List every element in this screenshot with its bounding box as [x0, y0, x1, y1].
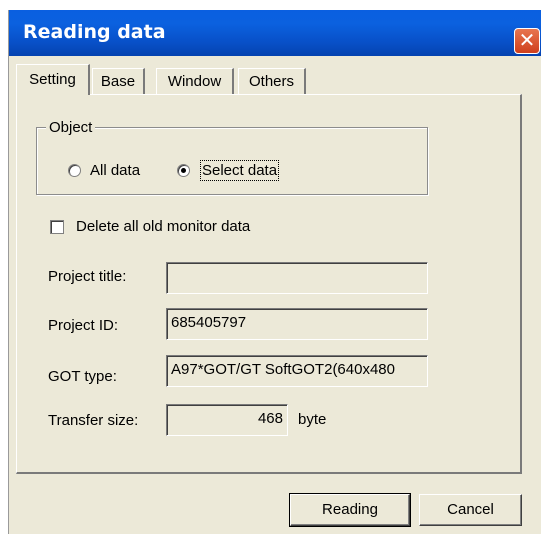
select-data-label[interactable]: Select data: [199, 160, 280, 181]
delete-old-data-label[interactable]: Delete all old monitor data: [76, 218, 250, 235]
tab-setting[interactable]: Setting: [16, 64, 90, 95]
object-group: [36, 127, 428, 195]
title-bar[interactable]: Reading data ✕: [9, 10, 541, 56]
got-type-label: GOT type:: [48, 368, 117, 385]
reading-button[interactable]: Reading: [289, 493, 411, 527]
tab-others[interactable]: Others: [238, 68, 306, 94]
project-id-label: Project ID:: [48, 317, 119, 334]
got-type-field[interactable]: A97*GOT/GT SoftGOT2(640x480: [166, 355, 428, 387]
select-data-radio[interactable]: [177, 164, 190, 177]
all-data-label[interactable]: All data: [90, 162, 140, 179]
object-group-legend: Object: [46, 119, 96, 136]
close-icon[interactable]: ✕: [514, 28, 540, 54]
tab-base[interactable]: Base: [92, 68, 145, 94]
project-id-field[interactable]: 685405797: [166, 308, 428, 340]
dialog-title: Reading data: [23, 21, 166, 43]
delete-old-data-checkbox[interactable]: [50, 220, 64, 234]
transfer-size-unit: byte: [298, 411, 327, 428]
tab-window[interactable]: Window: [156, 68, 234, 94]
transfer-size-field: 468: [166, 404, 288, 436]
all-data-radio[interactable]: [68, 164, 81, 177]
project-title-field[interactable]: [166, 262, 428, 294]
cancel-button[interactable]: Cancel: [419, 494, 522, 526]
project-title-label: Project title:: [48, 268, 127, 285]
transfer-size-label: Transfer size:: [48, 412, 139, 429]
